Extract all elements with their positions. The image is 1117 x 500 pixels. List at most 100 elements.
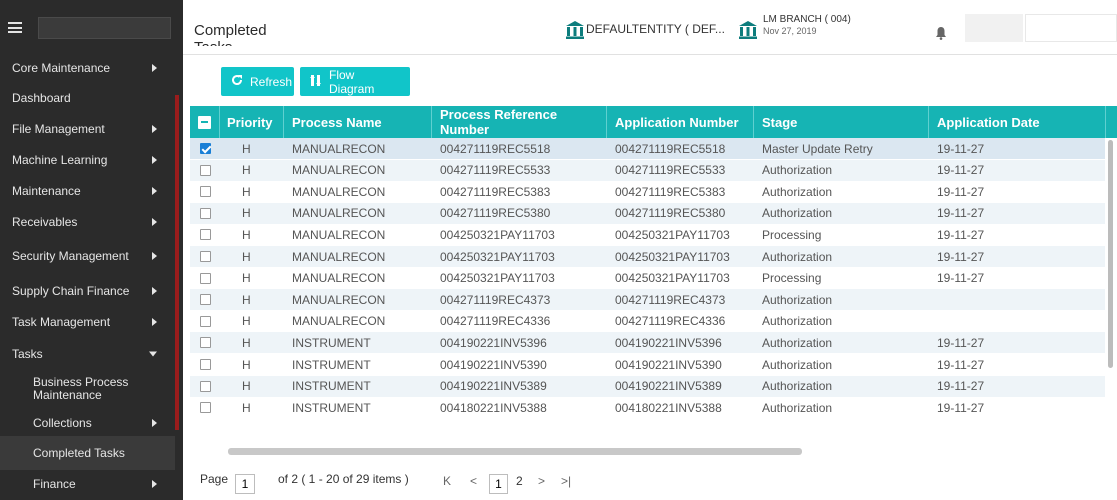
cell-priority: H	[242, 400, 251, 415]
table-row[interactable]: H MANUALRECON 004250321PAY11703 004250321PA…	[190, 246, 1105, 267]
cell-app-number: 004190221INV5390	[615, 357, 722, 372]
user-menu-area[interactable]	[965, 14, 1023, 42]
row-checkbox[interactable]	[199, 272, 211, 284]
select-all-checkbox[interactable]	[198, 115, 211, 129]
table-row[interactable]: H MANUALRECON 004271119REC5383 004271119REC…	[190, 181, 1105, 202]
row-checkbox[interactable]	[199, 294, 211, 306]
table-row[interactable]: H MANUALRECON 004271119REC5518 004271119REC…	[190, 138, 1105, 159]
sidebar-scrollbar[interactable]	[175, 95, 179, 430]
sidebar-item-label: Tasks	[12, 347, 43, 361]
refresh-label: Refresh	[250, 74, 293, 89]
cell-app-number: 004250321PAY11703	[615, 271, 730, 286]
cell-app-date	[929, 289, 1106, 310]
previous-page-icon[interactable]: <	[470, 474, 477, 488]
chevron-right-icon	[152, 419, 157, 427]
branch-bank-icon	[738, 20, 758, 40]
cell-priority: H	[242, 206, 251, 221]
table-row[interactable]: H MANUALRECON 004250321PAY11703 004250321PA…	[190, 268, 1105, 289]
cell-stage: Processing	[762, 227, 822, 242]
page-1-button[interactable]: 1	[489, 474, 508, 494]
cell-stage: Authorization	[762, 249, 833, 264]
sidebar-subitem[interactable]: Business Process Maintenance	[0, 370, 175, 408]
row-checkbox[interactable]	[199, 186, 211, 198]
table-vertical-scrollbar[interactable]	[1108, 140, 1113, 368]
hamburger-menu-icon[interactable]	[8, 22, 22, 33]
table-row[interactable]: H MANUALRECON 004271119REC5380 004271119REC…	[190, 202, 1105, 224]
row-checkbox[interactable]	[199, 380, 211, 392]
sidebar-item[interactable]: Machine Learning	[0, 145, 175, 175]
sidebar-search-input[interactable]	[38, 16, 171, 39]
row-checkbox[interactable]	[199, 143, 211, 154]
row-checkbox[interactable]	[199, 402, 211, 414]
sidebar-item[interactable]: Dashboard	[0, 83, 175, 112]
table-row[interactable]: H MANUALRECON 004271119REC4336 004271119REC…	[190, 311, 1105, 332]
sidebar-item[interactable]: Core Maintenance	[0, 55, 175, 81]
cell-process-ref: 004271119REC5533	[440, 163, 551, 178]
row-checkbox[interactable]	[199, 229, 211, 241]
sidebar-item-label: Dashboard	[12, 90, 71, 105]
row-checkbox[interactable]	[199, 251, 211, 262]
cell-process-name: MANUALRECON	[292, 141, 386, 156]
table-row[interactable]: H MANUALRECON 004271119REC4373 004271119REC…	[190, 289, 1106, 311]
row-checkbox[interactable]	[199, 337, 211, 349]
flow-diagram-button[interactable]: Flow Diagram	[300, 67, 410, 96]
table-row[interactable]: H INSTRUMENT 004190221INV5390 004190221INV5…	[190, 354, 1105, 375]
header-checkbox-cell	[190, 106, 220, 138]
row-checkbox[interactable]	[199, 164, 211, 176]
sidebar-item[interactable]: Maintenance	[0, 176, 175, 206]
column-header-process-name[interactable]: Process Name	[284, 106, 432, 138]
chevron-right-icon	[152, 125, 157, 133]
row-checkbox[interactable]	[199, 359, 211, 370]
chevron-right-icon	[152, 318, 157, 326]
bell-icon[interactable]	[935, 26, 947, 45]
cell-process-ref: 004271119REC5380	[440, 206, 551, 221]
cell-priority: H	[242, 379, 251, 394]
row-checkbox-cell	[190, 376, 220, 397]
cell-app-number: 004190221INV5389	[615, 379, 722, 394]
cell-app-number: 004271119REC5380	[615, 206, 726, 221]
table-row[interactable]: H MANUALRECON 004250321PAY11703 004250321PA…	[190, 224, 1105, 245]
refresh-button[interactable]: Refresh	[221, 67, 294, 96]
cell-priority: H	[242, 357, 251, 372]
table-row[interactable]: H INSTRUMENT 004180221INV5388 004180221INV5…	[190, 397, 1105, 418]
cell-app-date: 19-11-27	[937, 400, 985, 415]
table-row[interactable]: H MANUALRECON 004271119REC5533 004271119REC…	[190, 159, 1105, 181]
row-checkbox[interactable]	[199, 315, 211, 327]
sidebar-item[interactable]: Security Management	[0, 238, 175, 274]
flow-diagram-label: Flow Diagram	[329, 67, 375, 96]
row-checkbox[interactable]	[199, 207, 211, 219]
page-2-button[interactable]: 2	[516, 474, 523, 488]
table-row[interactable]: H INSTRUMENT 004190221INV5396 004190221INV5…	[190, 332, 1105, 354]
last-page-icon[interactable]: >|	[561, 474, 571, 488]
sidebar-item[interactable]: Receivables	[0, 207, 175, 237]
cell-app-number: 004271119REC4373	[615, 292, 726, 307]
sidebar: Core Maintenance Dashboard File Management…	[0, 0, 183, 500]
branch-name[interactable]: LM BRANCH ( 004)	[763, 14, 851, 25]
sidebar-subitem[interactable]: Finance	[0, 468, 175, 500]
sidebar-item[interactable]: Supply Chain Finance	[0, 276, 175, 306]
sidebar-item[interactable]: Task Management	[0, 307, 175, 337]
table-row[interactable]: H INSTRUMENT 004190221INV5389 004190221INV5…	[190, 375, 1105, 397]
column-header-application-number[interactable]: Application Number	[607, 106, 754, 138]
first-page-icon[interactable]: K	[443, 474, 451, 488]
row-checkbox-cell	[190, 181, 220, 202]
column-header-priority[interactable]: Priority	[220, 106, 284, 138]
cell-process-name: INSTRUMENT	[292, 335, 371, 350]
entity-label[interactable]: DEFAULTENTITY ( DEF...	[586, 22, 725, 36]
header-search-box[interactable]	[1025, 14, 1117, 42]
column-header-application-date[interactable]: Application Date	[929, 106, 1106, 138]
sidebar-item[interactable]: Tasks	[0, 339, 175, 369]
column-header-stage[interactable]: Stage	[754, 106, 929, 138]
cell-process-name: MANUALRECON	[292, 249, 386, 264]
refresh-icon	[231, 74, 243, 89]
cell-app-number: 004250321PAY11703	[615, 249, 730, 264]
page-number-input[interactable]: 1	[235, 474, 255, 494]
sidebar-item[interactable]: File Management	[0, 114, 175, 144]
cell-stage: Authorization	[762, 357, 833, 372]
sidebar-subitem[interactable]: Collections	[0, 409, 175, 437]
column-header-process-reference[interactable]: Process Reference Number	[432, 106, 607, 138]
table-horizontal-scrollbar[interactable]	[228, 448, 802, 455]
chevron-right-icon	[152, 218, 157, 226]
next-page-icon[interactable]: >	[538, 474, 545, 488]
sidebar-subitem[interactable]: Completed Tasks	[0, 436, 175, 470]
